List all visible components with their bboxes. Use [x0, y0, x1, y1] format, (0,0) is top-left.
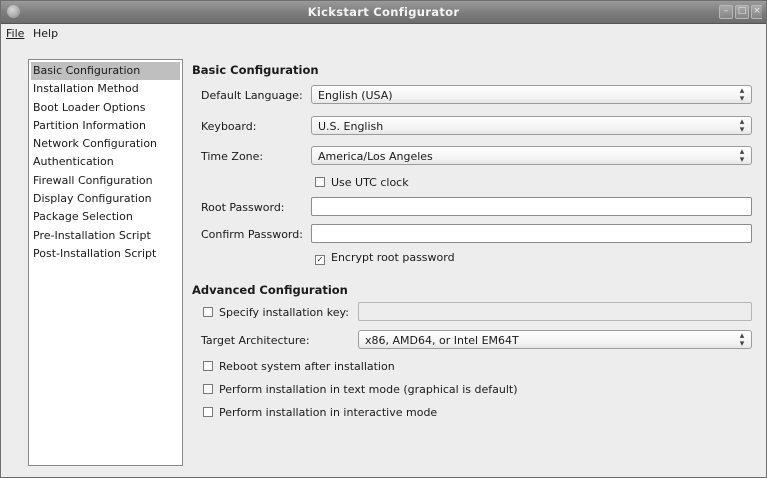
menu-bar: File Help — [1, 24, 766, 43]
encrypt-root-password-checkbox[interactable]: ✓ Encrypt root password — [315, 251, 455, 265]
sidebar-item-display-configuration[interactable]: Display Configuration — [29, 190, 182, 208]
sidebar-item-basic-configuration[interactable]: Basic Configuration — [31, 62, 180, 81]
default-language-label: Default Language: — [201, 89, 303, 102]
keyboard-label: Keyboard: — [201, 120, 257, 133]
root-password-input[interactable] — [311, 197, 752, 216]
advanced-configuration-heading: Advanced Configuration — [192, 283, 348, 297]
interactive-mode-installation-checkbox[interactable]: Perform installation in interactive mode — [203, 406, 437, 419]
menu-file-label: File — [6, 27, 25, 40]
use-utc-clock-label: Use UTC clock — [331, 176, 409, 189]
checkbox-icon — [203, 384, 213, 394]
basic-configuration-heading: Basic Configuration — [192, 63, 319, 77]
sidebar-item-post-installation-script[interactable]: Post-Installation Script — [29, 245, 182, 263]
checkbox-icon — [315, 177, 325, 187]
title-bar[interactable]: Kickstart Configurator – □ × — [1, 1, 766, 24]
chevron-up-down-icon: ▴ ▾ — [739, 86, 745, 104]
checkbox-icon — [203, 307, 213, 317]
time-zone-select[interactable]: America/Los Angeles ▴ ▾ — [311, 146, 752, 165]
default-language-value: English (USA) — [318, 89, 393, 102]
checkbox-icon — [203, 407, 213, 417]
default-language-select[interactable]: English (USA) ▴ ▾ — [311, 85, 752, 104]
section-list: Basic Configuration Installation Method … — [28, 59, 183, 466]
use-utc-clock-checkbox[interactable]: Use UTC clock — [315, 176, 409, 189]
confirm-password-input[interactable] — [311, 224, 752, 243]
close-icon[interactable]: × — [751, 5, 762, 19]
reboot-after-installation-label: Reboot system after installation — [219, 360, 395, 373]
kickstart-window: Kickstart Configurator – □ × File Help B… — [0, 0, 767, 478]
target-architecture-value: x86, AMD64, or Intel EM64T — [365, 334, 519, 347]
sidebar-item-authentication[interactable]: Authentication — [29, 153, 182, 171]
time-zone-label: Time Zone: — [201, 150, 264, 163]
chevron-up-down-icon: ▴ ▾ — [739, 331, 745, 349]
sidebar-item-pre-installation-script[interactable]: Pre-Installation Script — [29, 227, 182, 245]
sidebar-item-package-selection[interactable]: Package Selection — [29, 208, 182, 226]
specify-installation-key-label: Specify installation key: — [219, 306, 349, 319]
sidebar-item-boot-loader-options[interactable]: Boot Loader Options — [29, 99, 182, 117]
chevron-up-down-icon: ▴ ▾ — [739, 117, 745, 135]
installation-key-input[interactable] — [358, 302, 752, 321]
time-zone-value: America/Los Angeles — [318, 150, 433, 163]
sidebar-item-partition-information[interactable]: Partition Information — [29, 117, 182, 135]
sidebar-item-firewall-configuration[interactable]: Firewall Configuration — [29, 172, 182, 190]
checkbox-icon — [203, 361, 213, 371]
maximize-icon[interactable]: □ — [735, 5, 749, 19]
menu-help[interactable]: Help — [33, 27, 58, 40]
chevron-up-down-icon: ▴ ▾ — [739, 147, 745, 165]
menu-file[interactable]: File — [6, 27, 24, 40]
target-architecture-label: Target Architecture: — [201, 334, 310, 347]
root-password-label: Root Password: — [201, 201, 285, 214]
interactive-mode-installation-label: Perform installation in interactive mode — [219, 406, 438, 419]
checkmark-icon: ✓ — [315, 255, 325, 265]
window-title: Kickstart Configurator — [307, 5, 460, 19]
text-mode-installation-label: Perform installation in text mode (graph… — [219, 383, 518, 396]
minimize-icon[interactable]: – — [719, 5, 733, 19]
sidebar-item-installation-method[interactable]: Installation Method — [29, 80, 182, 98]
menu-help-label: Help — [33, 27, 59, 40]
keyboard-select[interactable]: U.S. English ▴ ▾ — [311, 116, 752, 135]
confirm-password-label: Confirm Password: — [201, 228, 303, 241]
sidebar-item-network-configuration[interactable]: Network Configuration — [29, 135, 182, 153]
keyboard-value: U.S. English — [318, 120, 384, 133]
text-mode-installation-checkbox[interactable]: Perform installation in text mode (graph… — [203, 383, 518, 396]
specify-installation-key-checkbox[interactable]: Specify installation key: — [203, 306, 349, 319]
reboot-after-installation-checkbox[interactable]: Reboot system after installation — [203, 360, 395, 373]
target-architecture-select[interactable]: x86, AMD64, or Intel EM64T ▴ ▾ — [358, 330, 752, 349]
encrypt-root-password-label: Encrypt root password — [331, 251, 455, 264]
